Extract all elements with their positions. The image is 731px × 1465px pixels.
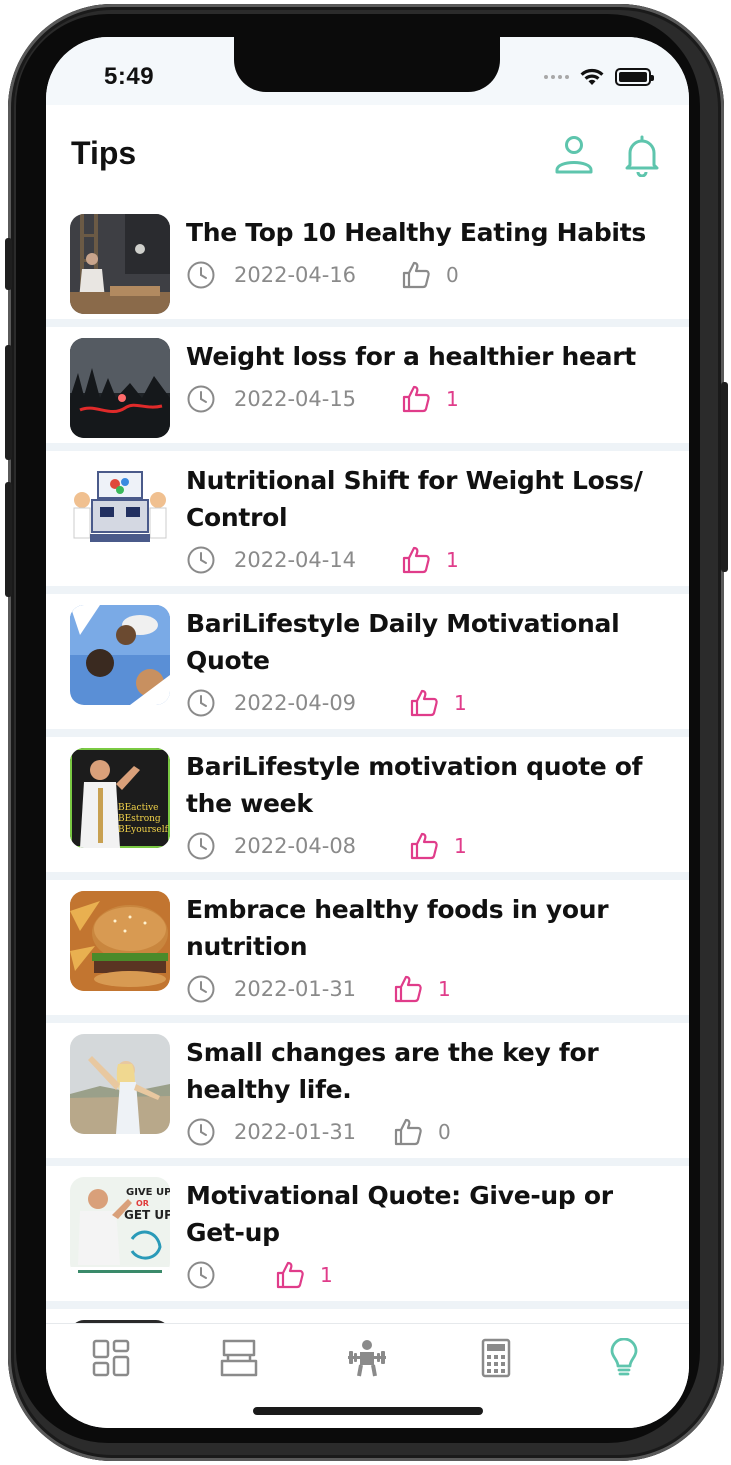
tip-meta: 2022-04-09 1 xyxy=(186,683,679,723)
calculator-icon[interactable] xyxy=(476,1338,516,1378)
tip-meta: 2022-04-14 1 xyxy=(186,540,679,580)
like-count: 1 xyxy=(454,834,467,858)
tip-item[interactable]: Embrace healthy foods in your nutrition … xyxy=(46,880,689,1015)
like-count: 1 xyxy=(446,387,459,411)
tip-item[interactable]: GIVE UP OR GET UP Motivational Quote: Gi… xyxy=(46,1166,689,1301)
like-count: 1 xyxy=(454,691,467,715)
tip-thumbnail xyxy=(70,1034,170,1134)
thumbs-up-icon[interactable] xyxy=(392,973,424,1005)
tip-thumbnail xyxy=(70,338,170,438)
thumb-text: BEactive xyxy=(118,803,159,813)
power-button xyxy=(721,382,728,572)
thumbs-up-icon[interactable] xyxy=(274,1259,306,1291)
like-count: 1 xyxy=(446,548,459,572)
tip-meta: 2022-01-31 1 xyxy=(186,969,679,1009)
like-count: 1 xyxy=(438,977,451,1001)
tip-date: 2022-01-31 xyxy=(234,1120,357,1144)
clock-icon xyxy=(187,385,215,413)
tip-item[interactable]: Weight loss for a healthier heart 2022-0… xyxy=(46,327,689,443)
cellular-signal-icon xyxy=(544,75,569,79)
tip-title: Weight loss for a healthier heart xyxy=(186,342,636,371)
thumb-text: OR xyxy=(136,1199,149,1208)
volume-up-button xyxy=(5,345,12,460)
tip-thumbnail: GIVE UP OR GET UP xyxy=(70,1177,170,1277)
tip-date: 2022-04-16 xyxy=(234,263,357,287)
clock-icon xyxy=(187,832,215,860)
tip-title: BariLifestyle Daily Motivational Quote xyxy=(186,609,620,675)
volume-down-button xyxy=(5,482,12,597)
thumbs-up-icon[interactable] xyxy=(400,259,432,291)
cards-icon[interactable] xyxy=(219,1338,259,1378)
profile-icon[interactable] xyxy=(552,133,596,177)
tip-item[interactable]: BariLifestyle Daily Motivational Quote 2… xyxy=(46,594,689,729)
tip-date: 2022-04-09 xyxy=(234,691,357,715)
tip-thumbnail: BEactive BEstrong BEyourself xyxy=(70,748,170,848)
dashboard-icon[interactable] xyxy=(91,1338,131,1378)
tip-date: 2022-04-15 xyxy=(234,387,357,411)
thumb-text: GIVE UP xyxy=(126,1187,170,1198)
tip-thumbnail xyxy=(70,462,170,562)
tips-list: The Top 10 Healthy Eating Habits 2022-04… xyxy=(46,203,689,1380)
status-indicators xyxy=(544,67,654,87)
notification-bell-icon[interactable] xyxy=(620,133,664,177)
like-count: 1 xyxy=(320,1263,333,1287)
tip-title: Motivational Quote: Give-up or Get-up xyxy=(186,1181,613,1247)
tip-date: 2022-04-08 xyxy=(234,834,357,858)
device-notch xyxy=(234,37,500,92)
tip-meta: 2022-04-16 0 xyxy=(186,255,679,295)
thumbs-up-icon[interactable] xyxy=(392,1116,424,1148)
status-time: 5:49 xyxy=(104,63,155,90)
tip-thumbnail xyxy=(70,214,170,314)
tip-item[interactable]: Nutritional Shift for Weight Loss/ Contr… xyxy=(46,451,689,586)
thumb-text: BEyourself xyxy=(118,825,169,835)
tip-date: 2022-01-31 xyxy=(234,977,357,1001)
tip-item[interactable]: Small changes are the key for healthy li… xyxy=(46,1023,689,1158)
thumbs-up-icon[interactable] xyxy=(400,544,432,576)
battery-icon xyxy=(615,68,654,86)
tip-thumbnail xyxy=(70,605,170,705)
lightbulb-icon[interactable] xyxy=(604,1338,644,1378)
tip-meta: 2022-04-15 1 xyxy=(186,379,679,419)
clock-icon xyxy=(187,1118,215,1146)
clock-icon xyxy=(187,689,215,717)
tip-item[interactable]: BEactive BEstrong BEyourself BariLifesty… xyxy=(46,737,689,872)
tip-item[interactable]: The Top 10 Healthy Eating Habits 2022-04… xyxy=(46,203,689,319)
app-header: Tips xyxy=(46,105,689,203)
tip-title: Small changes are the key for healthy li… xyxy=(186,1038,599,1104)
tip-title: The Top 10 Healthy Eating Habits xyxy=(186,218,646,247)
thumbs-up-icon[interactable] xyxy=(408,830,440,862)
tip-date: 2022-04-14 xyxy=(234,548,357,572)
tip-thumbnail xyxy=(70,891,170,991)
tip-title: BariLifestyle motivation quote of the we… xyxy=(186,752,643,818)
tip-title: Embrace healthy foods in your nutrition xyxy=(186,895,609,961)
clock-icon xyxy=(187,1261,215,1289)
tip-meta: 2022-01-31 0 xyxy=(186,1112,679,1152)
tip-meta: 1 xyxy=(186,1255,679,1295)
home-indicator[interactable] xyxy=(253,1407,483,1415)
thumbs-up-icon[interactable] xyxy=(408,687,440,719)
wifi-icon xyxy=(580,68,604,85)
like-count: 0 xyxy=(446,263,459,287)
page-title: Tips xyxy=(71,135,137,171)
thumb-text: GET UP xyxy=(124,1208,170,1222)
thumbs-up-icon[interactable] xyxy=(400,383,432,415)
thumb-text: BEstrong xyxy=(118,814,161,824)
clock-icon xyxy=(187,261,215,289)
clock-icon xyxy=(187,546,215,574)
app-screen: 5:49 Tips The Top 10 Healthy Eating Habi… xyxy=(46,37,689,1428)
mute-switch xyxy=(5,238,12,290)
like-count: 0 xyxy=(438,1120,451,1144)
tip-meta: 2022-04-08 1 xyxy=(186,826,679,866)
tip-title: Nutritional Shift for Weight Loss/ Contr… xyxy=(186,466,643,532)
clock-icon xyxy=(187,975,215,1003)
workout-icon[interactable] xyxy=(347,1338,387,1378)
